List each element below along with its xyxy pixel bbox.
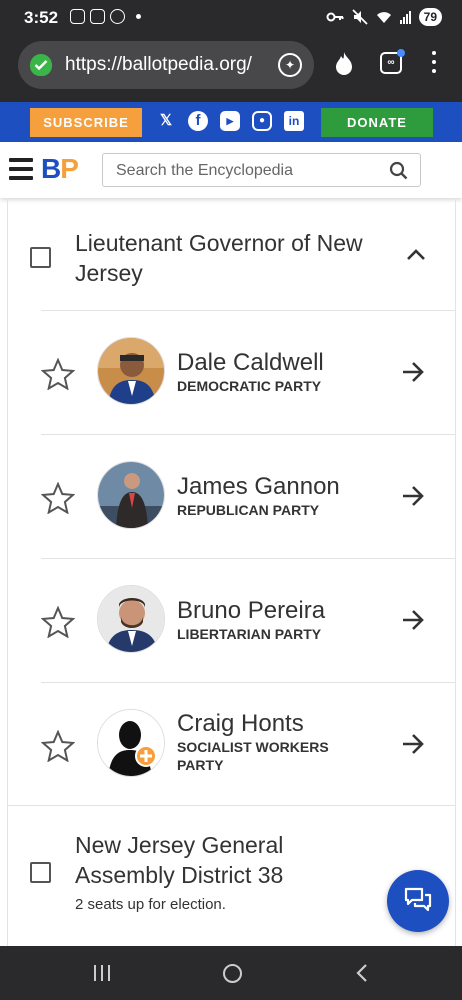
game-icon — [90, 9, 105, 24]
arrow-right-icon[interactable] — [401, 609, 425, 631]
star-icon[interactable] — [41, 482, 75, 514]
recent-apps-icon[interactable] — [94, 965, 110, 981]
search-input[interactable]: Search the Encyclopedia — [102, 153, 421, 187]
arrow-right-icon[interactable] — [401, 733, 425, 755]
flame-icon[interactable] — [332, 51, 356, 77]
x-twitter-icon[interactable]: 𝕏 — [156, 111, 176, 131]
signal-icon — [399, 10, 411, 24]
arrow-right-icon[interactable] — [401, 361, 425, 383]
race-title: New Jersey General Assembly District 38 — [75, 832, 284, 888]
system-icons: 79 — [326, 8, 442, 26]
race-subtitle: 2 seats up for election. — [75, 896, 226, 913]
youtube-icon[interactable]: ▶ — [220, 111, 240, 131]
avatar-placeholder-icon — [97, 709, 165, 777]
chevron-up-icon[interactable] — [406, 248, 426, 262]
search-placeholder: Search the Encyclopedia — [116, 162, 293, 179]
back-icon[interactable] — [355, 963, 369, 983]
ballotpedia-logo[interactable]: BP — [41, 153, 79, 185]
candidate-party: REPUBLICAN PARTY — [177, 502, 320, 518]
key-icon — [326, 12, 344, 22]
avatar — [97, 585, 165, 653]
menu-kebab-icon[interactable] — [428, 51, 440, 77]
candidate-row[interactable]: Bruno Pereira LIBERTARIAN PARTY — [41, 558, 455, 682]
race-title: Lieutenant Governor of New Jersey — [75, 230, 363, 286]
address-bar[interactable]: https://ballotpedia.org/ ✦ — [18, 41, 314, 89]
tabs-notification-dot — [397, 49, 405, 57]
avatar — [97, 461, 165, 529]
social-links: 𝕏 f ▶ ● in — [156, 111, 304, 131]
donate-button[interactable]: DONATE — [321, 108, 433, 137]
races-list: Lieutenant Governor of New Jersey Dale C… — [7, 198, 456, 946]
candidate-row[interactable]: Craig Honts SOCIALIST WORKERS PARTY — [41, 682, 455, 806]
candidate-row[interactable]: Dale Caldwell DEMOCRATIC PARTY — [41, 310, 455, 434]
candidate-name: Craig Honts — [177, 710, 304, 737]
secure-shield-icon — [30, 54, 52, 76]
candidate-name: Bruno Pereira — [177, 597, 326, 624]
star-icon[interactable] — [41, 730, 75, 762]
race-checkbox[interactable] — [30, 862, 51, 883]
candidate-row[interactable]: James Gannon REPUBLICAN PARTY — [41, 434, 455, 558]
subscribe-button[interactable]: SUBSCRIBE — [30, 108, 142, 137]
wifi-icon — [376, 12, 391, 23]
mute-icon — [352, 9, 368, 25]
home-icon[interactable] — [223, 964, 242, 983]
search-icon[interactable] — [389, 161, 408, 180]
ai-sparkle-icon[interactable]: ✦ — [278, 53, 302, 77]
race-checkbox[interactable] — [30, 247, 51, 268]
browser-toolbar: https://ballotpedia.org/ ✦ ∞ — [0, 38, 462, 102]
status-time: 3:52 — [24, 8, 59, 27]
url-text: https://ballotpedia.org/ — [65, 54, 252, 75]
candidate-party: SOCIALIST WORKERS PARTY — [177, 739, 329, 773]
star-icon[interactable] — [41, 606, 75, 638]
status-bar: 3:52 79 — [0, 0, 462, 38]
candidate-party: DEMOCRATIC PARTY — [177, 378, 322, 394]
site-header: BP Search the Encyclopedia — [0, 142, 462, 198]
screenshot-icon — [70, 9, 85, 24]
star-icon[interactable] — [41, 358, 75, 390]
tabs-button[interactable]: ∞ — [380, 49, 405, 74]
notification-icons — [70, 9, 141, 24]
facebook-icon[interactable]: f — [188, 111, 208, 131]
app-icon — [110, 9, 125, 24]
candidate-name: James Gannon — [177, 473, 340, 500]
avatar — [97, 337, 165, 405]
android-nav-bar — [0, 946, 462, 1000]
race-header[interactable]: Lieutenant Governor of New Jersey — [8, 218, 455, 310]
linkedin-icon[interactable]: in — [284, 111, 304, 131]
battery-indicator: 79 — [418, 8, 442, 26]
candidate-party: LIBERTARIAN PARTY — [177, 626, 322, 642]
chat-button[interactable] — [387, 870, 449, 932]
social-bar: SUBSCRIBE 𝕏 f ▶ ● in DONATE — [0, 102, 462, 142]
arrow-right-icon[interactable] — [401, 485, 425, 507]
more-notifications-dot-icon — [136, 14, 141, 19]
race-header[interactable]: New Jersey General Assembly District 38 … — [8, 805, 455, 945]
candidate-name: Dale Caldwell — [177, 349, 324, 376]
instagram-icon[interactable]: ● — [252, 111, 272, 131]
hamburger-menu-icon[interactable] — [9, 158, 33, 180]
chat-icon — [404, 887, 432, 912]
